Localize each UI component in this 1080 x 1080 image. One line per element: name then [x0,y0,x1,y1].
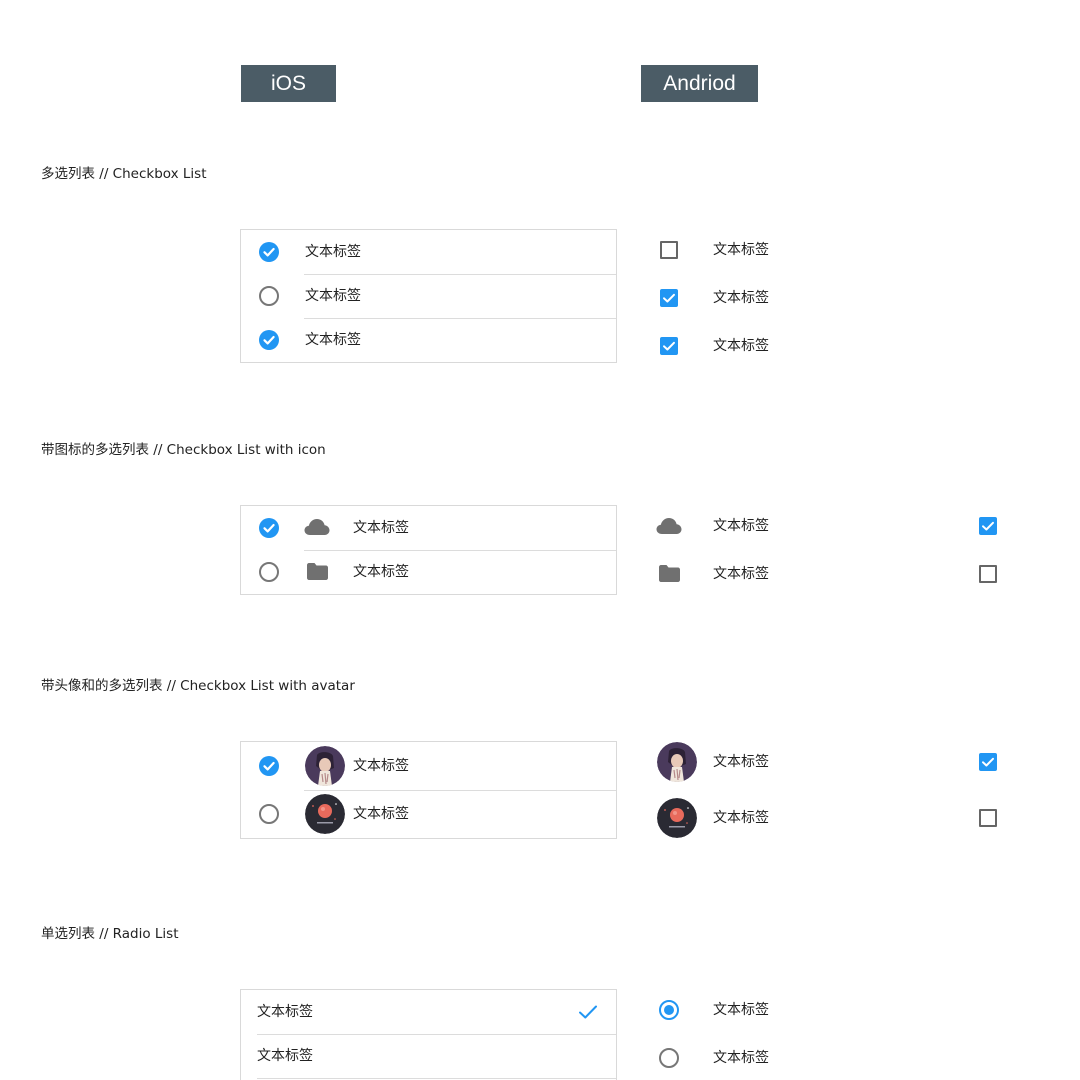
android-checkbox-label: 文本标签 [713,518,769,534]
checkbox-empty-icon[interactable] [660,241,678,259]
android-checkbox-label: 文本标签 [713,338,769,354]
android-checkbox-label: 文本标签 [713,754,769,770]
ios-radio-label: 文本标签 [257,1004,313,1020]
divider [257,1078,616,1079]
section-title-radio-list: 单选列表 // Radio List [41,926,179,942]
ios-checkbox-row[interactable] [241,790,616,838]
radio-selected-icon[interactable] [659,1000,679,1020]
checkbox-checked-icon[interactable] [979,753,997,771]
ios-checkbox-row[interactable] [241,230,616,274]
planet-avatar [657,798,697,838]
empty-circle-icon[interactable] [259,804,279,824]
ios-checkbox-row[interactable] [241,318,616,362]
android-checkbox-label: 文本标签 [713,290,769,306]
section-title-checkbox-list: 多选列表 // Checkbox List [41,166,207,182]
ios-checkbox-label: 文本标签 [353,520,409,536]
ios-checkbox-label: 文本标签 [353,758,409,774]
checkbox-empty-icon[interactable] [979,809,997,827]
ios-checkbox-row[interactable] [241,550,616,594]
folder-icon [659,565,680,582]
radio-unselected-icon[interactable] [659,1048,679,1068]
ios-checkbox-label: 文本标签 [305,244,361,260]
portrait-avatar [657,742,697,782]
ios-radio-label: 文本标签 [257,1048,313,1064]
android-radio-label: 文本标签 [713,1050,769,1066]
section-title-checkbox-icon: 带图标的多选列表 // Checkbox List with icon [41,442,326,458]
android-checkbox-label: 文本标签 [713,566,769,582]
planet-avatar [305,794,345,834]
android-platform-tag: Andriod [641,65,758,102]
ios-checkbox-label: 文本标签 [305,332,361,348]
ios-checkbox-row[interactable] [241,274,616,318]
checkbox-empty-icon[interactable] [979,565,997,583]
cloud-icon [304,519,330,535]
ios-checkbox-row[interactable] [241,506,616,550]
android-radio-label: 文本标签 [713,1002,769,1018]
ios-platform-tag: iOS [241,65,336,102]
ios-checkbox-label: 文本标签 [353,806,409,822]
checkbox-checked-icon[interactable] [979,517,997,535]
empty-circle-icon[interactable] [259,562,279,582]
checkmark-icon [579,1005,597,1019]
folder-icon [307,563,328,580]
android-checkbox-label: 文本标签 [713,810,769,826]
android-checkbox-label: 文本标签 [713,242,769,258]
empty-circle-icon[interactable] [259,286,279,306]
check-circle-icon[interactable] [259,330,279,350]
ios-checkbox-label: 文本标签 [305,288,361,304]
checkbox-checked-icon[interactable] [660,337,678,355]
check-circle-icon[interactable] [259,518,279,538]
portrait-avatar [305,746,345,786]
cloud-icon [656,518,682,534]
ios-checkbox-row[interactable] [241,742,616,790]
check-circle-icon[interactable] [259,242,279,262]
section-title-checkbox-avatar: 带头像和的多选列表 // Checkbox List with avatar [41,678,355,694]
ios-checkbox-label: 文本标签 [353,564,409,580]
checkbox-checked-icon[interactable] [660,289,678,307]
check-circle-icon[interactable] [259,756,279,776]
